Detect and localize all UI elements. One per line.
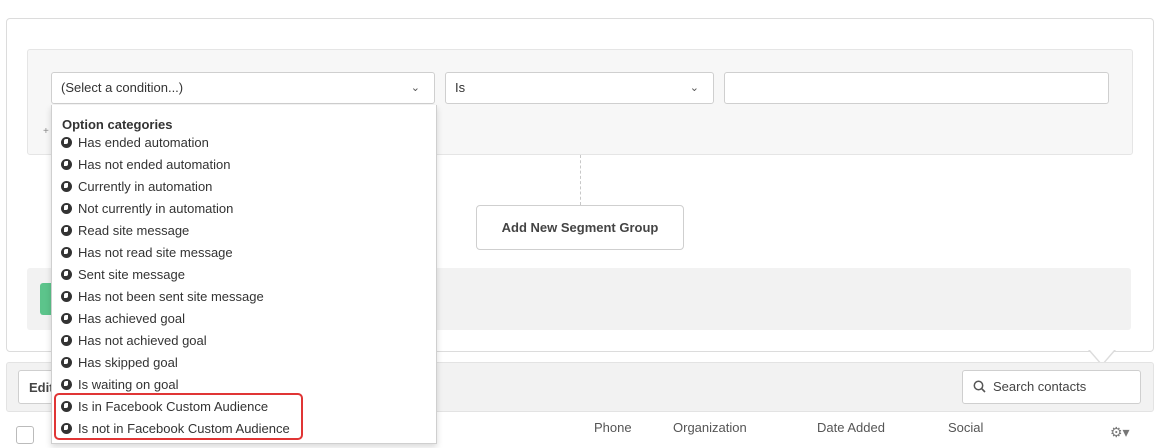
column-header-organization[interactable]: Organization <box>673 420 747 435</box>
globe-icon <box>61 335 72 346</box>
globe-icon <box>61 357 72 368</box>
globe-icon <box>61 291 72 302</box>
globe-icon <box>61 137 72 148</box>
dropdown-option[interactable]: Has ended automation <box>61 132 421 154</box>
globe-icon <box>61 181 72 192</box>
dropdown-option[interactable]: Has not achieved goal <box>61 330 421 352</box>
search-placeholder: Search contacts <box>993 379 1087 394</box>
globe-icon <box>61 423 72 434</box>
globe-icon <box>61 247 72 258</box>
globe-icon <box>61 313 72 324</box>
dropdown-option[interactable]: Has not been sent site message <box>61 286 421 308</box>
value-input[interactable] <box>724 72 1109 104</box>
option-label: Has not ended automation <box>78 157 231 172</box>
option-label: Has not been sent site message <box>78 289 264 304</box>
dropdown-option[interactable]: Currently in automation <box>61 176 421 198</box>
column-header-phone[interactable]: Phone <box>594 420 632 435</box>
option-label: Has not read site message <box>78 245 233 260</box>
option-label: Has ended automation <box>78 135 209 150</box>
option-label: Has skipped goal <box>78 355 178 370</box>
option-label: Is waiting on goal <box>78 377 179 392</box>
plus-icon[interactable]: + <box>43 126 49 137</box>
option-label: Has not achieved goal <box>78 333 207 348</box>
dropdown-option[interactable]: Has not read site message <box>61 242 421 264</box>
dropdown-option[interactable]: Sent site message <box>61 264 421 286</box>
option-label: Has achieved goal <box>78 311 185 326</box>
dropdown-option[interactable]: Is not in Facebook Custom Audience <box>61 418 421 440</box>
globe-icon <box>61 159 72 170</box>
globe-icon <box>61 269 72 280</box>
dropdown-option[interactable]: Read site message <box>61 220 421 242</box>
option-label: Read site message <box>78 223 190 238</box>
option-label: Currently in automation <box>78 179 213 194</box>
condition-select-value: (Select a condition...) <box>61 80 184 95</box>
dropdown-option[interactable]: Is waiting on goal <box>61 374 421 396</box>
condition-dropdown-menu: Option categories Has ended automation H… <box>51 105 437 444</box>
operator-select[interactable]: Is ⌄ <box>445 72 714 104</box>
option-label: Is in Facebook Custom Audience <box>78 399 269 414</box>
chevron-down-icon: ⌄ <box>410 82 420 94</box>
globe-icon <box>61 379 72 390</box>
column-header-social[interactable]: Social <box>948 420 983 435</box>
option-label: Is not in Facebook Custom Audience <box>78 421 290 436</box>
dropdown-heading: Option categories <box>62 117 173 132</box>
dropdown-option[interactable]: Not currently in automation <box>61 198 421 220</box>
globe-icon <box>61 225 72 236</box>
gear-icon[interactable]: ⚙▾ <box>1110 424 1130 441</box>
chevron-down-icon: ⌄ <box>689 82 699 94</box>
option-label: Sent site message <box>78 267 185 282</box>
operator-select-value: Is <box>455 80 466 95</box>
dropdown-option[interactable]: Is in Facebook Custom Audience <box>61 396 421 418</box>
search-icon <box>973 371 986 403</box>
globe-icon <box>61 203 72 214</box>
option-label: Not currently in automation <box>78 201 234 216</box>
condition-select[interactable]: (Select a condition...) ⌄ <box>51 72 435 104</box>
globe-icon <box>61 401 72 412</box>
column-header-date-added[interactable]: Date Added <box>817 420 885 435</box>
add-segment-group-button[interactable]: Add New Segment Group <box>476 205 684 250</box>
search-input[interactable]: Search contacts <box>962 370 1141 404</box>
group-connector-line <box>580 155 581 205</box>
dropdown-option[interactable]: Has skipped goal <box>61 352 421 374</box>
dropdown-option[interactable]: Has not ended automation <box>61 154 421 176</box>
dropdown-option[interactable]: Has achieved goal <box>61 308 421 330</box>
select-all-checkbox[interactable] <box>16 426 34 444</box>
